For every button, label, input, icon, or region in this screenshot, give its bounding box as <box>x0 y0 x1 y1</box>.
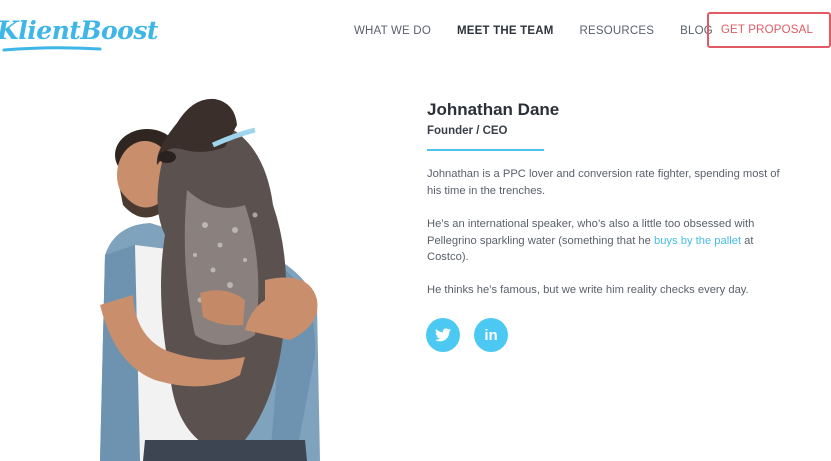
main-nav: WHAT WE DO MEET THE TEAM RESOURCES BLOG <box>354 24 739 38</box>
twitter-button[interactable] <box>426 318 460 352</box>
bio-paragraph-2: He’s an international speaker, who’s als… <box>427 216 787 266</box>
divider <box>427 149 544 151</box>
bio-paragraph-3: He thinks he’s famous, but we write him … <box>427 284 749 296</box>
buys-by-the-pallet-link[interactable]: buys by the pallet <box>654 235 741 247</box>
logo-text: KlientBoost <box>0 15 158 45</box>
profile-name: Johnathan Dane <box>427 100 560 119</box>
nav-item-what-we-do[interactable]: WHAT WE DO <box>354 24 431 38</box>
linkedin-icon: in <box>484 326 498 344</box>
logo-swoosh-icon <box>2 46 102 52</box>
linkedin-button[interactable]: in <box>474 318 508 352</box>
twitter-icon <box>435 328 451 342</box>
profile-photo <box>100 98 320 461</box>
nav-item-resources[interactable]: RESOURCES <box>579 24 654 38</box>
get-proposal-button[interactable]: GET PROPOSAL <box>707 12 831 48</box>
profile-role: Founder / CEO <box>427 125 508 137</box>
logo[interactable]: KlientBoost <box>0 12 158 52</box>
bio-paragraph-1: Johnathan is a PPC lover and conversion … <box>427 168 780 197</box>
nav-item-meet-the-team[interactable]: MEET THE TEAM <box>457 24 554 38</box>
